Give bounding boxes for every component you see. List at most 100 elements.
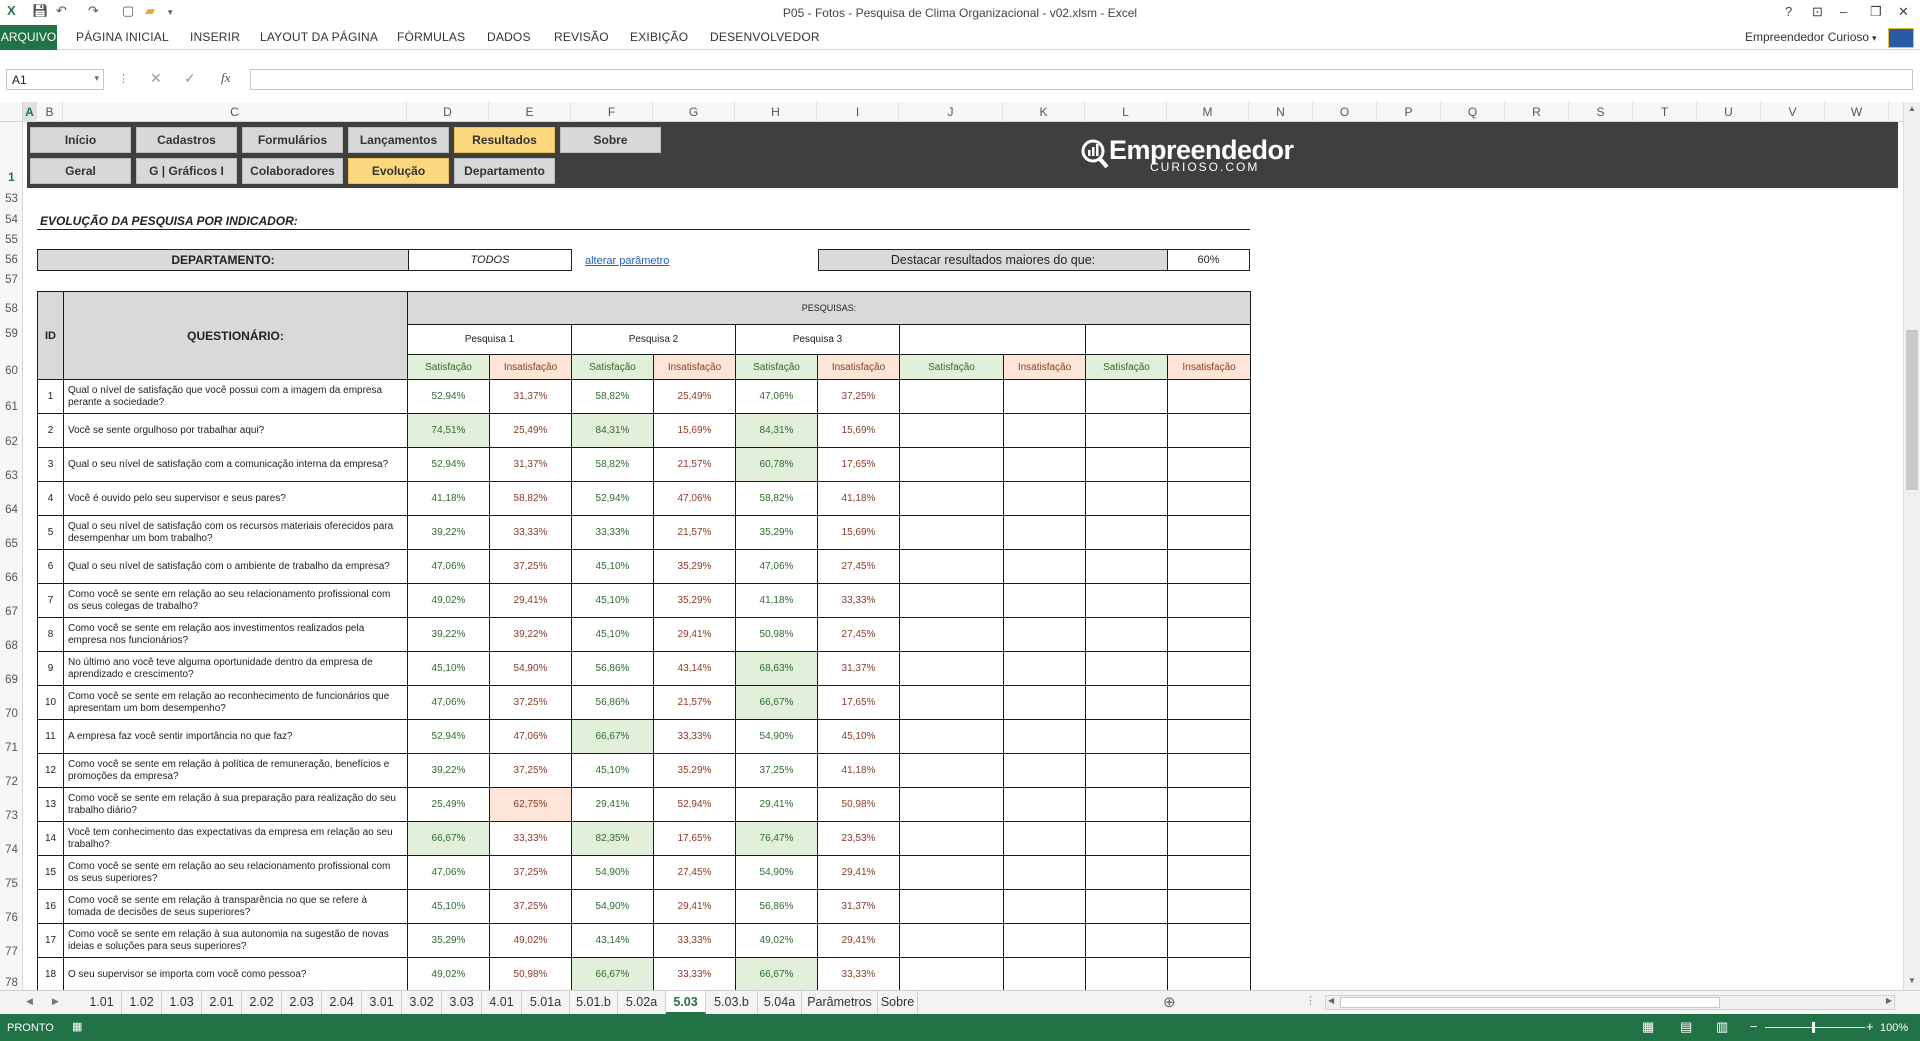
row-header[interactable]: 69 [0, 674, 23, 686]
satisfaction-cell[interactable]: 49,02% [407, 957, 490, 992]
sheet-tab[interactable]: 2.01 [202, 991, 242, 1014]
column-header[interactable]: B [37, 102, 63, 122]
satisfaction-cell[interactable]: 76,47% [735, 821, 818, 856]
satisfaction-cell[interactable]: 68,63% [735, 651, 818, 686]
empty-cell[interactable] [1166, 651, 1252, 686]
sheet-tab[interactable]: 3.01 [362, 991, 402, 1014]
satisfaction-cell[interactable]: 41,18% [735, 583, 818, 618]
scroll-left-icon[interactable]: ◀ [1328, 996, 1334, 1005]
sheet-tab[interactable]: 5.04a [758, 991, 802, 1014]
satisfaction-cell[interactable]: 54,90% [571, 889, 654, 924]
dissatisfaction-cell[interactable]: 50,98% [817, 787, 900, 822]
empty-cell[interactable] [1003, 923, 1086, 958]
empty-cell[interactable] [899, 685, 1004, 720]
satisfaction-cell[interactable]: 29,41% [735, 787, 818, 822]
dissatisfaction-cell[interactable]: 21,57% [653, 515, 736, 550]
row-header[interactable]: 71 [0, 742, 23, 754]
row-header[interactable]: 57 [0, 274, 23, 286]
empty-cell[interactable] [1003, 719, 1086, 754]
dissatisfaction-cell[interactable]: 33,33% [817, 957, 900, 992]
empty-cell[interactable] [1166, 821, 1252, 856]
dissatisfaction-cell[interactable]: 33,33% [653, 923, 736, 958]
satisfaction-cell[interactable]: 33,33% [571, 515, 654, 550]
row-header[interactable]: 55 [0, 234, 23, 246]
scroll-down-icon[interactable]: ▼ [1908, 976, 1916, 985]
empty-cell[interactable] [1003, 753, 1086, 788]
empty-cell[interactable] [1166, 379, 1252, 414]
dissatisfaction-cell[interactable]: 33,33% [653, 957, 736, 992]
dissatisfaction-cell[interactable]: 47,06% [653, 481, 736, 516]
column-header[interactable]: M [1167, 102, 1249, 122]
column-header[interactable]: U [1697, 102, 1761, 122]
tab-inserir[interactable]: INSERIR [190, 30, 240, 44]
dissatisfaction-cell[interactable]: 47,06% [489, 719, 572, 754]
empty-cell[interactable] [1085, 481, 1168, 516]
sheet-tab[interactable]: 2.04 [322, 991, 362, 1014]
dissatisfaction-cell[interactable]: 15,69% [817, 413, 900, 448]
empty-cell[interactable] [1085, 583, 1168, 618]
empty-cell[interactable] [1166, 753, 1252, 788]
empty-cell[interactable] [1003, 787, 1086, 822]
formula-input[interactable] [250, 69, 1913, 90]
satisfaction-cell[interactable]: 54,90% [571, 855, 654, 890]
empty-cell[interactable] [1085, 855, 1168, 890]
empty-cell[interactable] [1085, 753, 1168, 788]
row-header[interactable]: 74 [0, 844, 23, 856]
tab-layout-pagina[interactable]: LAYOUT DA PÁGINA [260, 30, 378, 44]
column-header[interactable]: Q [1441, 102, 1505, 122]
empty-cell[interactable] [1166, 413, 1252, 448]
satisfaction-cell[interactable]: 84,31% [735, 413, 818, 448]
sheet-tab[interactable]: 3.03 [442, 991, 482, 1014]
satisfaction-cell[interactable]: 60,78% [735, 447, 818, 482]
satisfaction-cell[interactable]: 35,29% [735, 515, 818, 550]
empty-cell[interactable] [899, 617, 1004, 652]
empty-cell[interactable] [1003, 515, 1086, 550]
column-header[interactable]: S [1569, 102, 1633, 122]
dissatisfaction-cell[interactable]: 37,25% [489, 889, 572, 924]
satisfaction-cell[interactable]: 45,10% [571, 549, 654, 584]
satisfaction-cell[interactable]: 58,82% [735, 481, 818, 516]
satisfaction-cell[interactable]: 58,82% [571, 379, 654, 414]
empty-cell[interactable] [1003, 651, 1086, 686]
satisfaction-cell[interactable]: 37,25% [735, 753, 818, 788]
empty-cell[interactable] [899, 447, 1004, 482]
satisfaction-cell[interactable]: 54,90% [735, 855, 818, 890]
vertical-scroll-thumb[interactable] [1906, 330, 1918, 490]
satisfaction-cell[interactable]: 52,94% [407, 447, 490, 482]
sheet-tab[interactable]: 1.03 [162, 991, 202, 1014]
department-value[interactable]: TODOS [408, 249, 572, 271]
empty-cell[interactable] [1166, 923, 1252, 958]
zoom-out-icon[interactable]: − [1750, 1019, 1758, 1034]
dissatisfaction-cell[interactable]: 35,29% [653, 753, 736, 788]
empty-cell[interactable] [1166, 617, 1252, 652]
empty-cell[interactable] [1085, 821, 1168, 856]
empty-cell[interactable] [1085, 447, 1168, 482]
dissatisfaction-cell[interactable]: 33,33% [817, 583, 900, 618]
sheet-tab[interactable]: 5.01a [522, 991, 570, 1014]
satisfaction-cell[interactable]: 39,22% [407, 515, 490, 550]
select-all-corner[interactable] [0, 102, 23, 122]
satisfaction-cell[interactable]: 49,02% [735, 923, 818, 958]
sheet-tab[interactable]: Sobre [878, 991, 918, 1014]
zoom-slider-thumb[interactable] [1812, 1022, 1815, 1033]
empty-cell[interactable] [1085, 719, 1168, 754]
satisfaction-cell[interactable]: 84,31% [571, 413, 654, 448]
row-header[interactable]: 72 [0, 776, 23, 788]
tab-revisao[interactable]: REVISÃO [554, 30, 609, 44]
dissatisfaction-cell[interactable]: 43,14% [653, 651, 736, 686]
row-header[interactable]: 75 [0, 878, 23, 890]
empty-cell[interactable] [1003, 413, 1086, 448]
zoom-level[interactable]: 100% [1880, 1022, 1908, 1034]
satisfaction-cell[interactable]: 56,86% [735, 889, 818, 924]
dissatisfaction-cell[interactable]: 33,33% [653, 719, 736, 754]
dissatisfaction-cell[interactable]: 31,37% [489, 379, 572, 414]
column-header[interactable]: F [571, 102, 653, 122]
chevron-down-icon[interactable]: ▾ [94, 73, 99, 84]
empty-cell[interactable] [1003, 481, 1086, 516]
dissatisfaction-cell[interactable]: 37,25% [489, 753, 572, 788]
empty-cell[interactable] [1166, 549, 1252, 584]
empty-cell[interactable] [1085, 379, 1168, 414]
satisfaction-cell[interactable]: 66,67% [571, 957, 654, 992]
dissatisfaction-cell[interactable]: 29,41% [817, 855, 900, 890]
satisfaction-cell[interactable]: 29,41% [571, 787, 654, 822]
